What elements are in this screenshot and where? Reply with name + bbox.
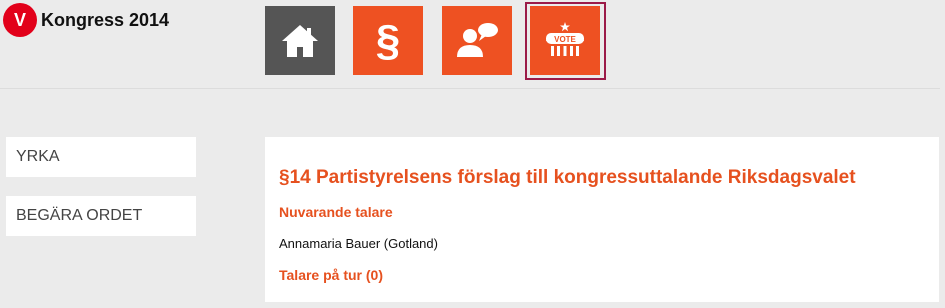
agenda-panel: §14 Partistyrelsens förslag till kongres… [265, 137, 939, 302]
section-icon: § [375, 15, 401, 65]
party-logo-icon: V [5, 5, 35, 35]
nav-home-button[interactable] [265, 6, 335, 75]
home-icon [282, 24, 318, 57]
agenda-item-title: §14 Partistyrelsens förslag till kongres… [279, 167, 856, 188]
header-divider [0, 88, 940, 89]
sidebar-item-begara-ordet[interactable]: BEGÄRA ORDET [6, 196, 196, 236]
vote-icon: VOTE [546, 21, 584, 56]
nav-speakers-button[interactable] [442, 6, 512, 75]
nav-agenda-button[interactable]: § [353, 6, 423, 75]
speaker-icon [457, 22, 498, 57]
nav-vote-button[interactable]: VOTE [530, 6, 600, 75]
current-speaker-name: Annamaria Bauer (Gotland) [279, 236, 438, 251]
app-logo[interactable]: V Kongress 2014 [5, 5, 169, 35]
speaker-queue-heading: Talare på tur (0) [279, 267, 383, 283]
vote-badge-text: VOTE [554, 35, 576, 44]
app-title: Kongress 2014 [41, 9, 170, 30]
sidebar-item-yrka[interactable]: YRKA [6, 137, 196, 177]
current-speaker-heading: Nuvarande talare [279, 204, 393, 220]
